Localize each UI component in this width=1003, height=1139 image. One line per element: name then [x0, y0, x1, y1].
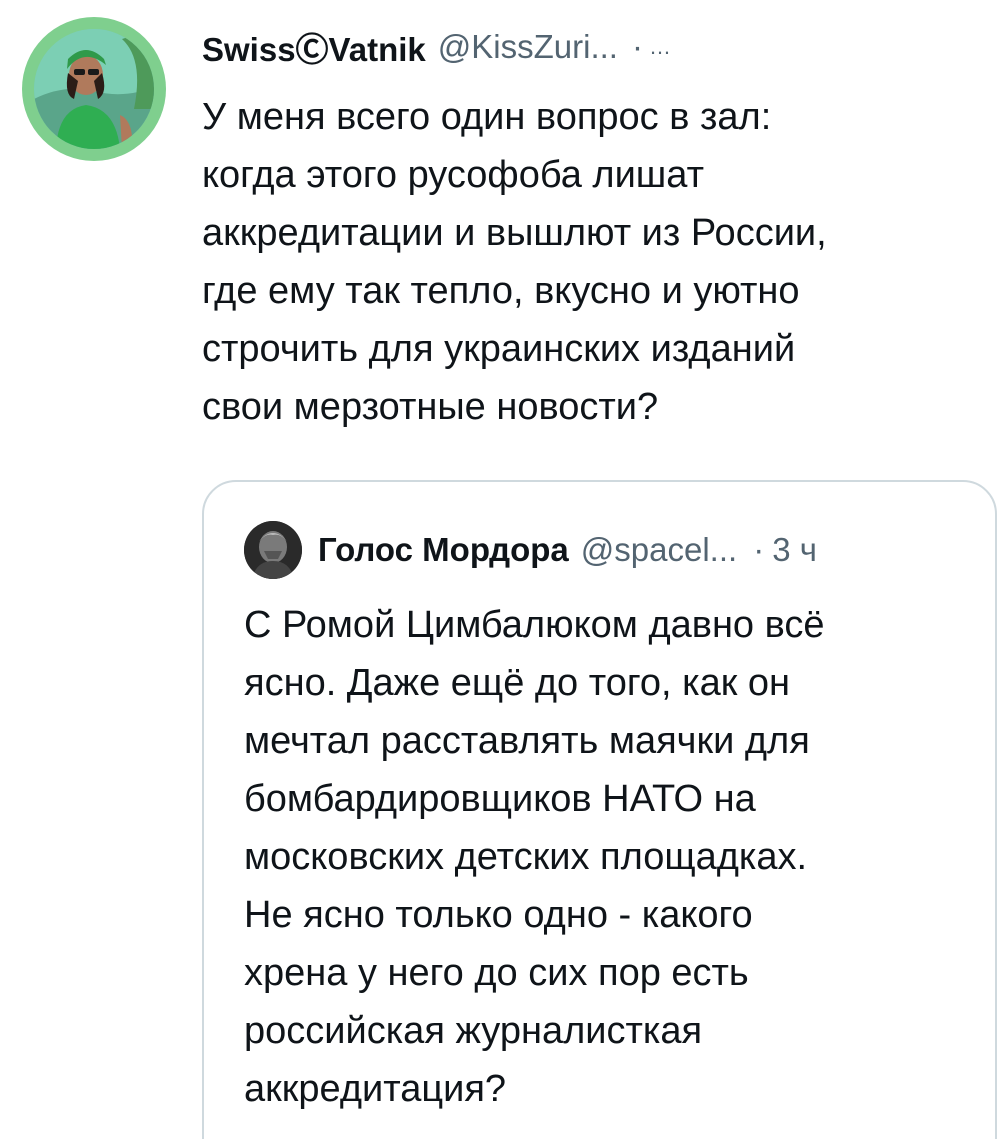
user-handle[interactable]: @KissZuri... [438, 28, 618, 66]
separator-dot: · [753, 531, 765, 568]
person-icon [34, 29, 154, 149]
quoted-user-avatar[interactable] [244, 521, 302, 579]
quoted-tweet-text: С Ромой Цимбалюком давно всё ясно. Даже … [244, 604, 825, 1110]
avatar-photo [34, 29, 154, 149]
quoted-tweet-timestamp[interactable]: 3 ч [772, 531, 817, 569]
display-name[interactable]: SwissⒸVatnik [202, 23, 426, 71]
user-avatar[interactable] [22, 17, 166, 161]
tweet-header: SwissⒸVatnik @KissZuri... · … [202, 24, 671, 70]
person-icon [244, 521, 302, 579]
tweet-timestamp[interactable]: … [649, 34, 671, 60]
separator-dot: · [631, 28, 643, 65]
tweet-text: У меня всего один вопрос в зал: когда эт… [202, 96, 827, 428]
tweet-page: SwissⒸVatnik @KissZuri... · … У меня все… [0, 0, 1003, 1139]
quoted-user-handle[interactable]: @spacel... [581, 531, 737, 569]
quoted-tweet-card[interactable]: Голос Мордора @spacel... · 3 ч С Ромой Ц… [202, 480, 997, 1139]
quoted-display-name[interactable]: Голос Мордора [318, 531, 569, 569]
quoted-tweet-header: Голос Мордора @spacel... · 3 ч [318, 527, 817, 573]
